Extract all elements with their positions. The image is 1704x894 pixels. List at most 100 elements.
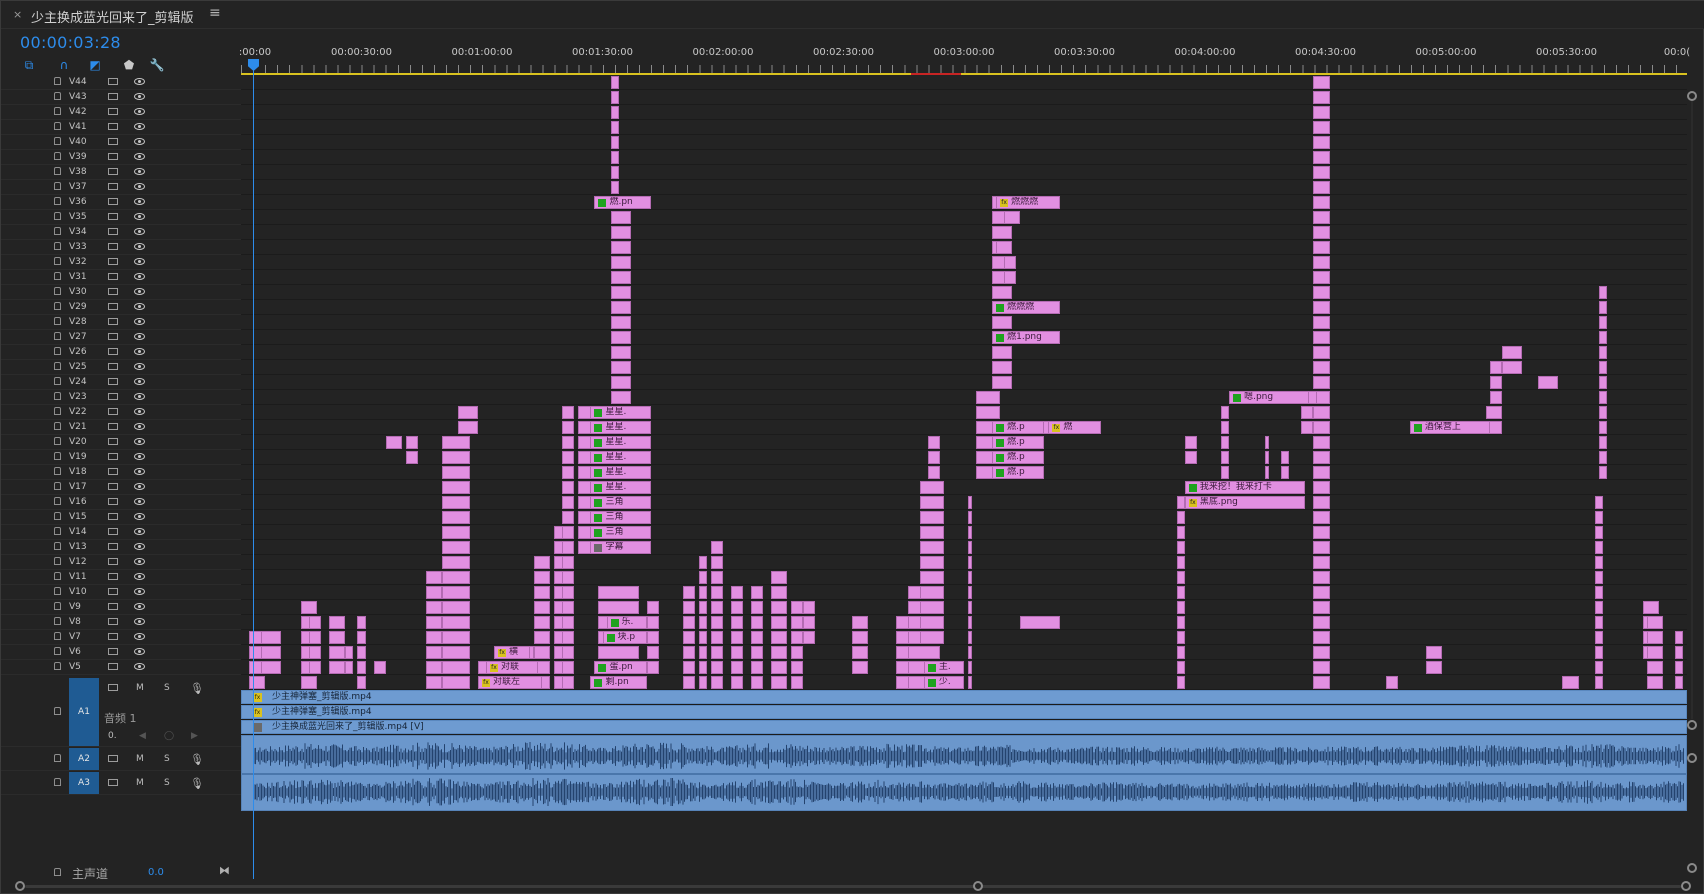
graphic-clip[interactable] <box>1313 601 1330 614</box>
graphic-clip[interactable] <box>1313 121 1330 134</box>
graphic-clip[interactable] <box>968 496 973 509</box>
graphic-clip[interactable] <box>710 556 723 569</box>
graphic-clip[interactable] <box>968 511 973 524</box>
graphic-clip[interactable] <box>1313 451 1330 464</box>
graphic-clip[interactable] <box>261 661 282 674</box>
lock-icon[interactable] <box>54 137 61 145</box>
sync-lock-icon[interactable] <box>108 633 118 640</box>
eye-icon[interactable] <box>134 333 145 340</box>
eye-icon[interactable] <box>134 183 145 190</box>
graphic-clip[interactable] <box>1598 451 1607 464</box>
sync-lock-icon[interactable] <box>108 168 118 175</box>
graphic-clip[interactable] <box>534 556 551 569</box>
graphic-clip[interactable] <box>791 631 804 644</box>
graphic-clip[interactable] <box>919 631 944 644</box>
microphone-icon[interactable]: 🎙 <box>190 753 204 766</box>
graphic-clip[interactable] <box>441 541 470 554</box>
graphic-clip[interactable] <box>345 661 354 674</box>
graphic-clip[interactable] <box>710 571 723 584</box>
graphic-clip[interactable] <box>751 616 764 629</box>
sync-lock-icon[interactable] <box>108 438 118 445</box>
graphic-clip-labelled[interactable]: 酒保营上 <box>1409 421 1491 434</box>
graphic-clip[interactable] <box>992 286 1013 299</box>
graphic-clip[interactable] <box>992 361 1013 374</box>
graphic-clip-labelled[interactable]: 嗯.png <box>1229 391 1310 404</box>
graphic-clip[interactable] <box>1184 436 1197 449</box>
lock-icon[interactable] <box>54 868 61 876</box>
graphic-clip[interactable] <box>1598 466 1607 479</box>
lock-icon[interactable] <box>54 77 61 85</box>
graphic-clip[interactable] <box>1176 586 1185 599</box>
graphic-clip[interactable] <box>771 601 788 614</box>
graphic-clip-labelled[interactable]: 燃燃燃 <box>992 301 1061 314</box>
graphic-clip[interactable] <box>562 661 575 674</box>
graphic-clip[interactable] <box>1313 616 1330 629</box>
graphic-clip[interactable] <box>249 676 266 689</box>
lock-icon[interactable] <box>54 302 61 310</box>
graphic-clip[interactable] <box>385 436 402 449</box>
graphic-clip[interactable] <box>1313 361 1330 374</box>
graphic-clip[interactable] <box>992 226 1013 239</box>
graphic-clip[interactable] <box>992 346 1013 359</box>
graphic-clip[interactable] <box>968 646 973 659</box>
graphic-clip[interactable] <box>1674 661 1683 674</box>
graphic-clip[interactable] <box>610 391 631 404</box>
graphic-clip[interactable] <box>1313 526 1330 539</box>
add-keyframe-icon[interactable]: ◯ <box>164 731 174 741</box>
graphic-clip-labelled[interactable]: 燃1.png <box>992 331 1061 344</box>
graphic-clip[interactable] <box>610 301 631 314</box>
graphic-clip[interactable] <box>562 466 575 479</box>
graphic-clip[interactable] <box>710 661 723 674</box>
graphic-clip[interactable] <box>1004 256 1017 269</box>
graphic-clip[interactable] <box>457 406 478 419</box>
sync-lock-icon[interactable] <box>108 528 118 535</box>
graphic-clip[interactable] <box>1004 271 1017 284</box>
graphic-clip-labelled[interactable]: fx 黑底.png <box>1184 496 1306 509</box>
eye-icon[interactable] <box>134 543 145 550</box>
playhead-timecode[interactable]: 00:00:03:28 <box>20 33 121 52</box>
video-clip-v1[interactable]: 少主换成蓝光回来了_剪辑版.mp4 [V] <box>241 720 1687 734</box>
eye-icon[interactable] <box>134 258 145 265</box>
graphic-clip[interactable] <box>610 136 619 149</box>
graphic-clip[interactable] <box>610 256 631 269</box>
graphic-clip-labelled[interactable]: fx 对联左 <box>477 676 543 689</box>
graphic-clip[interactable] <box>562 511 575 524</box>
graphic-clip[interactable] <box>301 676 318 689</box>
graphic-clip-labelled[interactable]: 蛋.pn <box>594 661 647 674</box>
graphic-clip[interactable] <box>976 406 1001 419</box>
sync-lock-icon[interactable] <box>108 558 118 565</box>
graphic-clip[interactable] <box>1313 676 1330 689</box>
graphic-clip[interactable] <box>731 631 744 644</box>
graphic-clip[interactable] <box>610 316 631 329</box>
graphic-clip[interactable] <box>1313 331 1330 344</box>
lock-icon[interactable] <box>54 107 61 115</box>
lock-icon[interactable] <box>54 452 61 460</box>
eye-icon[interactable] <box>134 378 145 385</box>
sync-lock-icon[interactable] <box>108 153 118 160</box>
graphic-clip[interactable] <box>562 436 575 449</box>
graphic-clip[interactable] <box>534 571 551 584</box>
graphic-clip[interactable] <box>851 646 868 659</box>
lock-icon[interactable] <box>54 632 61 640</box>
graphic-clip[interactable] <box>731 616 744 629</box>
graphic-clip[interactable] <box>919 496 944 509</box>
lock-icon[interactable] <box>54 122 61 130</box>
graphic-clip[interactable] <box>441 556 470 569</box>
graphic-clip[interactable] <box>1598 391 1607 404</box>
graphic-clip-labelled[interactable]: 少. <box>923 676 964 689</box>
graphic-clip[interactable] <box>610 271 631 284</box>
graphic-clip[interactable] <box>976 391 1001 404</box>
lock-icon[interactable] <box>54 182 61 190</box>
graphic-clip[interactable] <box>968 526 973 539</box>
graphic-clip[interactable] <box>441 481 470 494</box>
graphic-clip[interactable] <box>598 601 639 614</box>
graphic-clip[interactable] <box>1265 466 1270 479</box>
graphic-clip-labelled[interactable]: 三角 <box>590 496 651 509</box>
graphic-clip[interactable] <box>968 631 973 644</box>
zoom-handle-left[interactable] <box>15 881 25 891</box>
graphic-clip[interactable] <box>1642 601 1659 614</box>
graphic-clip[interactable] <box>1184 451 1197 464</box>
graphic-clip[interactable] <box>1598 421 1607 434</box>
graphic-clip[interactable] <box>1281 451 1290 464</box>
lock-icon[interactable] <box>54 542 61 550</box>
